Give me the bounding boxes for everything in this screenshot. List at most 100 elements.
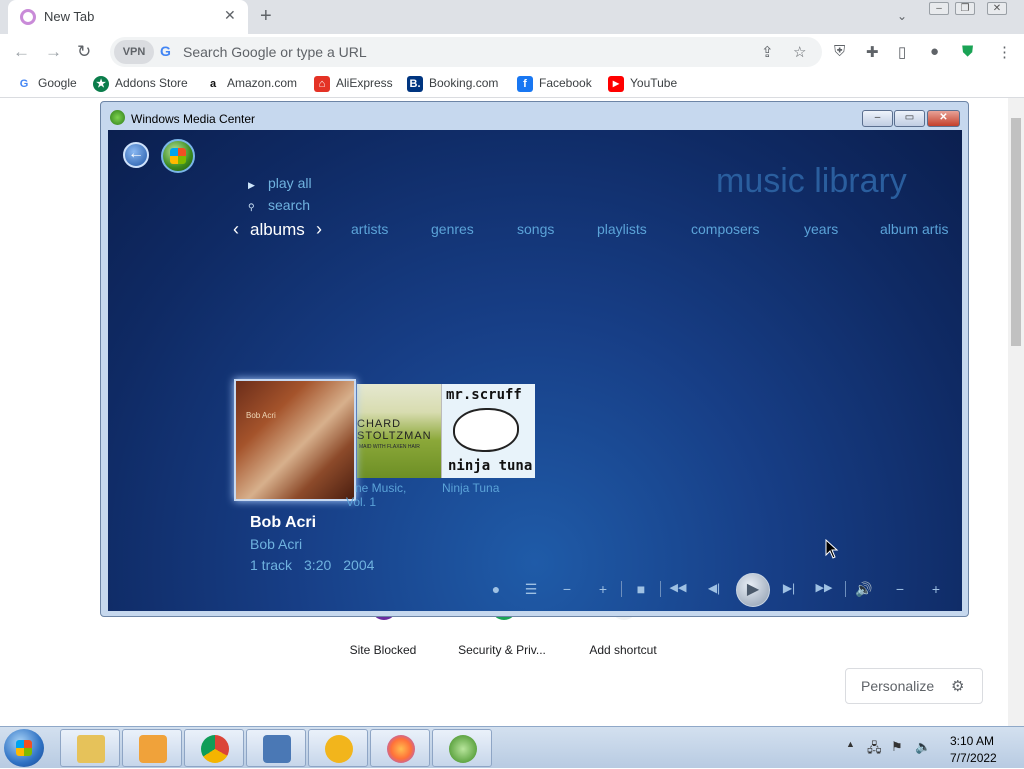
window-titlebar[interactable]: Windows Media Center – ▭ ✕ [101,102,968,131]
adblock-extension-icon[interactable]: ⛨ [834,43,845,60]
bookmark-aliexpress[interactable]: ⌂ AliExpress [314,76,393,92]
bookmark-label: Booking.com [429,76,499,91]
omnibox-placeholder[interactable]: Search Google or type a URL [183,44,367,60]
bookmark-google[interactable]: G Google [16,76,77,92]
youtube-icon: ▶ [608,76,624,92]
tab-new-tab[interactable]: New Tab ✕ [8,0,248,34]
tab-close-icon[interactable]: ✕ [224,7,236,24]
scrollbar-thumb[interactable] [1011,118,1021,346]
taskbar-firefox[interactable] [370,729,430,767]
selected-album-title: Bob Acri [250,514,317,531]
bookmark-amazon[interactable]: a Amazon.com [205,76,297,92]
start-button[interactable] [4,729,44,767]
bookmark-youtube[interactable]: ▶ YouTube [608,76,677,92]
rewind-icon[interactable]: ◀◀ [668,581,688,594]
mute-volume-icon[interactable]: 🔊 [854,581,874,598]
bookmark-booking[interactable]: B. Booking.com [407,76,498,92]
network-icon[interactable]: 🖧 [867,739,882,761]
bookmark-addons-store[interactable]: ★ Addons Store [93,76,188,92]
start-orb-icon[interactable] [161,139,195,173]
close-icon[interactable]: ✕ [987,2,1007,15]
show-hidden-icons-icon[interactable]: ▲ [846,739,855,749]
channel-up-icon[interactable]: + [593,581,613,597]
cover-text: MAID WITH FLAXEN HAIR [359,444,420,450]
vpn-badge[interactable]: VPN [114,40,154,64]
nav-prev-chevron-icon[interactable]: ‹ [233,219,239,240]
tab-strip: New Tab ✕ + ⌄ – ❐ ✕ [0,0,1024,34]
cover-text: mr.scruff [446,387,522,403]
taskbar-media-center[interactable] [432,729,492,767]
nav-tab-artists[interactable]: artists [351,221,388,237]
back-arrow-icon[interactable]: ← [123,142,149,168]
security-shield-icon[interactable]: ⛊ [962,43,973,60]
minimize-icon[interactable]: – [929,2,949,15]
forward-arrow-icon[interactable]: → [45,42,62,62]
action-center-flag-icon[interactable]: ⚑ [891,739,903,755]
nav-tab-years[interactable]: years [804,221,838,237]
google-icon: G [19,78,29,90]
taskbar-media-player[interactable] [122,729,182,767]
shortcut-security-privacy[interactable]: Security & Priv... [452,643,552,657]
system-tray: ▲ 🖧 ⚑ 🔈 3:10 AM 7/7/2022 [840,727,1024,769]
extensions-puzzle-icon[interactable]: ✚ [866,43,879,61]
guide-list-icon[interactable]: ☰ [521,581,541,598]
speaker-icon[interactable]: 🔈 [915,739,931,755]
clock-time[interactable]: 3:10 AM [950,734,994,748]
new-tab-button[interactable]: + [260,5,272,28]
page-scrollbar[interactable] [1008,98,1024,726]
addons-store-icon: ★ [93,76,109,92]
record-icon[interactable]: ● [486,581,506,597]
window-close-button[interactable]: ✕ [927,110,960,127]
duration: 3:20 [304,557,332,573]
separator [621,581,622,597]
restore-icon[interactable]: ❐ [955,2,975,15]
nav-tab-album-artists[interactable]: album artis [880,221,948,237]
album-cover-ninja-tuna[interactable]: mr.scruff ninja tuna [441,384,535,478]
back-arrow-icon[interactable]: ← [13,42,30,62]
nav-tab-songs[interactable]: songs [517,221,554,237]
taskbar-chrome[interactable] [184,729,244,767]
cartoon-blob-icon [453,408,519,452]
search-menu-item[interactable]: ⚲ search [248,197,310,213]
tab-title: New Tab [44,9,95,24]
profile-icon[interactable]: ● [930,43,939,60]
shortcut-site-blocked[interactable]: Site Blocked [333,643,433,657]
play-icon[interactable]: ▶ [736,573,770,607]
side-panel-icon[interactable]: ▯ [898,43,906,61]
bookmark-star-icon[interactable]: ☆ [793,43,806,61]
window-minimize-button[interactable]: – [862,110,893,127]
nav-tab-composers[interactable]: composers [691,221,759,237]
fast-forward-icon[interactable]: ▶▶ [814,581,834,594]
stop-icon[interactable]: ■ [631,581,651,597]
shortcut-add[interactable]: Add shortcut [573,643,673,657]
window-maximize-button[interactable]: ▭ [894,110,925,127]
taskbar-explorer[interactable] [60,729,120,767]
nav-tab-playlists[interactable]: playlists [597,221,647,237]
share-icon[interactable]: ⇪ [761,43,774,61]
bookmark-label: YouTube [630,76,678,91]
nav-tab-albums[interactable]: albums [250,220,305,240]
album-cover-stoltzman[interactable]: CHARD STOLTZMAN MAID WITH FLAXEN HAIR [357,384,441,478]
cover-text: STOLTZMAN [357,430,432,442]
channel-down-icon[interactable]: − [557,581,577,597]
menu-kebab-icon[interactable]: ⋮ [997,43,1012,61]
previous-icon[interactable]: ◀| [704,581,724,595]
bookmarks-bar: G Google ★ Addons Store a Amazon.com ⌂ AliEx… [0,70,1024,98]
personalize-button[interactable]: Personalize ⚙ [845,668,983,704]
taskbar-vpn[interactable] [308,729,368,767]
taskbar-keyboard[interactable] [246,729,306,767]
volume-up-icon[interactable]: + [926,581,946,597]
play-all-menu-item[interactable]: ▶ play all [248,175,312,191]
volume-down-icon[interactable]: − [890,581,910,597]
bookmark-facebook[interactable]: f Facebook [517,76,592,92]
bookmark-label: Facebook [539,76,592,91]
next-icon[interactable]: ▶| [779,581,799,595]
nav-tab-genres[interactable]: genres [431,221,474,237]
tab-search-icon[interactable]: ⌄ [897,9,907,23]
nav-next-chevron-icon[interactable]: › [316,219,322,240]
media-center-logo-icon [110,110,125,125]
omnibox[interactable]: VPN G Search Google or type a URL ⇪ ☆ [110,37,822,67]
album-cover-bob-acri[interactable]: Bob Acri [234,379,356,501]
reload-icon[interactable]: ↻ [77,42,91,62]
clock-date[interactable]: 7/7/2022 [950,751,997,765]
